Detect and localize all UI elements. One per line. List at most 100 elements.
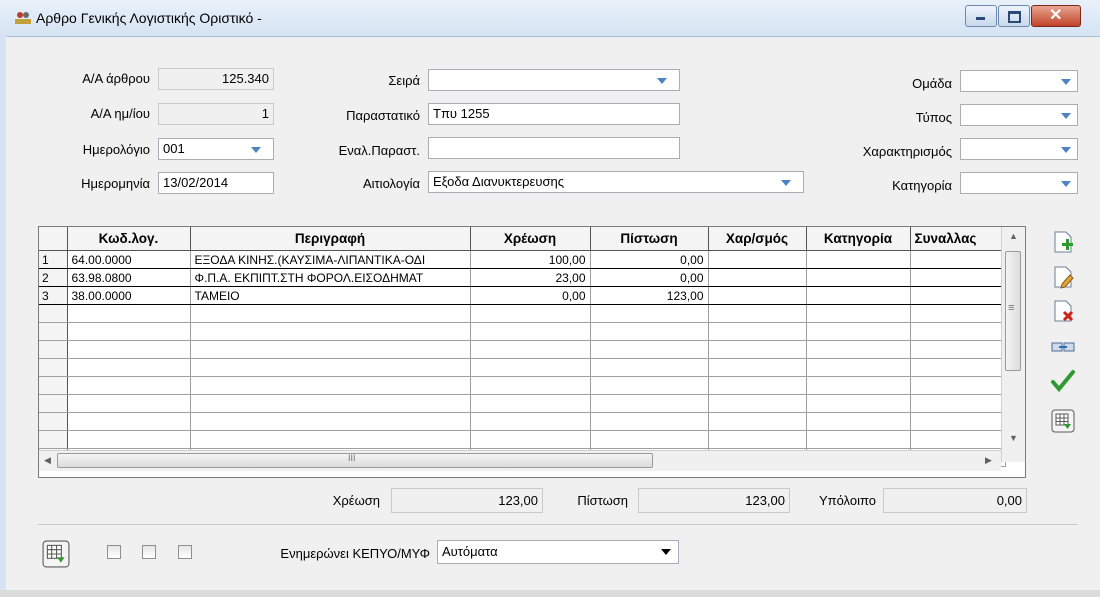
cell-code[interactable]: 63.98.0800 [67,268,191,287]
date-field[interactable]: 13/02/2014 [158,172,274,194]
column-header-credit[interactable]: Πίστωση [590,227,709,251]
close-icon: ✕ [1049,7,1063,24]
characterization-label: Χαρακτηρισμός [862,144,952,159]
table-row[interactable]: 3 38.00.0000 ΤΑΜΕΙΟ 0,00 123,00 [39,286,1006,305]
reason-select[interactable]: Εξοδα Διανυκτερευσης [428,171,804,193]
minimize-button[interactable] [965,5,997,27]
window-border [0,36,6,596]
cell-category[interactable] [806,250,911,269]
scroll-down-icon[interactable]: ▼ [1009,433,1018,443]
title-bar: Αρθρο Γενικής Λογιστικής Οριστικό - ✕ [0,0,1100,37]
edit-row-icon[interactable] [1050,264,1076,290]
empty-row[interactable] [39,304,1006,323]
grid-settings-icon[interactable] [42,540,70,568]
check-icon[interactable] [1050,368,1076,394]
chevron-down-icon[interactable] [661,549,671,555]
cell-code[interactable]: 64.00.0000 [67,250,191,269]
journal-select[interactable]: 001 [158,138,274,160]
aa-hmeras-label: Α/Α ημ/ίου [90,106,150,121]
alt-document-field[interactable] [428,137,680,159]
cell-credit[interactable]: 0,00 [590,268,709,287]
empty-row[interactable] [39,340,1006,359]
cell-code[interactable]: 38.00.0000 [67,286,191,305]
cell-characterization[interactable] [708,250,807,269]
cell-category[interactable] [806,286,911,305]
column-header-characterization[interactable]: Χαρ/σμός [708,227,807,251]
total-debit-label: Χρέωση [332,493,380,508]
grid-export-icon[interactable] [1050,408,1076,434]
cell-characterization[interactable] [708,286,807,305]
maximize-button[interactable] [998,5,1030,27]
vertical-scroll-thumb[interactable]: ≡ [1005,251,1021,371]
horizontal-scroll-thumb[interactable]: III [57,453,653,468]
chevron-down-icon[interactable] [1061,147,1071,153]
scroll-left-icon[interactable]: ◀ [44,455,51,466]
table-row[interactable]: 2 63.98.0800 Φ.Π.Α. ΕΚΠΙΠΤ.ΣΤΗ ΦΟΡΟΛ.ΕΙΣ… [39,268,1006,287]
cell-transaction[interactable] [910,268,1006,287]
thumb-grip: ≡ [1008,302,1015,314]
cell-debit[interactable]: 0,00 [470,286,591,305]
empty-row[interactable] [39,322,1006,341]
cell-description[interactable]: ΕΞΟΔΑ ΚΙΝΗΣ.(ΚΑΥΣΙΜΑ-ΛΙΠΑΝΤΙΚΑ-ΟΔΙ [190,250,471,269]
option-checkbox-2[interactable] [142,545,156,559]
option-checkbox-1[interactable] [107,545,121,559]
category-select[interactable] [960,172,1078,194]
type-select[interactable] [960,104,1078,126]
column-header-debit[interactable]: Χρέωση [470,227,591,251]
table-row[interactable]: 1 64.00.0000 ΕΞΟΔΑ ΚΙΝΗΣ.(ΚΑΥΣΙΜΑ-ΛΙΠΑΝΤ… [39,250,1006,269]
column-header-description[interactable]: Περιγραφή [190,227,471,251]
reason-label: Αιτιολογία [362,176,420,191]
vertical-scrollbar[interactable]: ▲ ≡ ▼ [1001,227,1025,462]
bottom-edge [0,590,1100,597]
total-debit-field: 123,00 [391,488,543,513]
entries-grid[interactable]: Κωδ.λογ. Περιγραφή Χρέωση Πίστωση Χαρ/σμ… [38,226,1026,478]
empty-row[interactable] [39,394,1006,413]
update-kepyo-select[interactable]: Αυτόματα [437,540,679,564]
window-title: Αρθρο Γενικής Λογιστικής Οριστικό - [36,10,262,26]
aa-arthrou-field: 125.340 [158,68,274,90]
cell-description[interactable]: Φ.Π.Α. ΕΚΠΙΠΤ.ΣΤΗ ΦΟΡΟΛ.ΕΙΣΟΔΗΜΑΤ [190,268,471,287]
scroll-right-icon[interactable]: ▶ [985,455,992,466]
cell-credit[interactable]: 123,00 [590,286,709,305]
cell-debit[interactable]: 23,00 [470,268,591,287]
row-number: 2 [39,268,68,287]
delete-row-icon[interactable] [1050,298,1076,324]
add-row-icon[interactable] [1050,229,1076,255]
column-header-transaction[interactable]: Συναλλας [910,227,1006,251]
close-button[interactable]: ✕ [1031,5,1081,27]
scroll-up-icon[interactable]: ▲ [1009,231,1018,241]
cell-debit[interactable]: 100,00 [470,250,591,269]
thumb-grip: III [348,453,356,463]
chevron-down-icon[interactable] [1061,113,1071,119]
empty-row[interactable] [39,358,1006,377]
option-checkbox-3[interactable] [178,545,192,559]
chevron-down-icon[interactable] [657,78,667,84]
cell-credit[interactable]: 0,00 [590,250,709,269]
link-icon[interactable] [1050,334,1076,360]
empty-row[interactable] [39,430,1006,449]
group-select[interactable] [960,70,1078,92]
document-label: Παραστατικό [346,108,420,123]
horizontal-scrollbar[interactable]: ◀ III ▶ [39,450,1001,471]
aa-hmeras-field: 1 [158,103,274,125]
series-select[interactable] [428,69,680,91]
journal-label: Ημερολόγιο [82,142,150,157]
cell-category[interactable] [806,268,911,287]
cell-transaction[interactable] [910,250,1006,269]
empty-row[interactable] [39,412,1006,431]
chevron-down-icon[interactable] [1061,79,1071,85]
chevron-down-icon[interactable] [251,147,261,153]
cell-transaction[interactable] [910,286,1006,305]
update-kepyo-label: Ενημερώνει ΚΕΠΥΟ/ΜΥΦ [280,546,430,561]
cell-characterization[interactable] [708,268,807,287]
total-credit-label: Πίστωση [577,493,628,508]
document-field[interactable]: Τπυ 1255 [428,103,680,125]
column-header-category[interactable]: Κατηγορία [806,227,911,251]
cell-description[interactable]: ΤΑΜΕΙΟ [190,286,471,305]
update-kepyo-value: Αυτόματα [442,544,498,559]
empty-row[interactable] [39,376,1006,395]
column-header-code[interactable]: Κωδ.λογ. [67,227,191,251]
characterization-select[interactable] [960,138,1078,160]
total-credit-field: 123,00 [638,488,790,513]
chevron-down-icon[interactable] [1061,181,1071,187]
